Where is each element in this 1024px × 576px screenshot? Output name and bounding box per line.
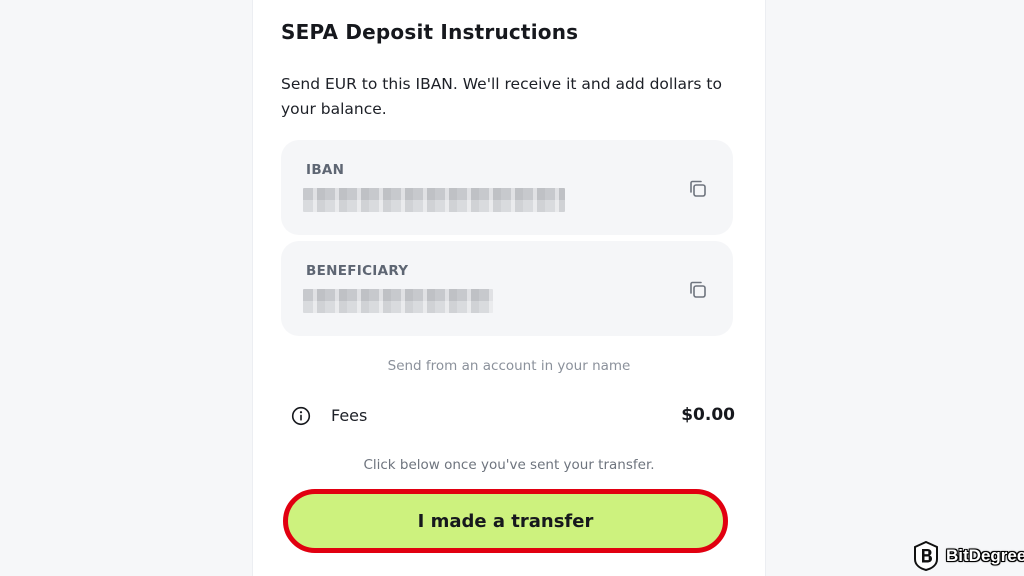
bitdegree-wordmark: BitDegree [946, 546, 1024, 565]
copy-icon[interactable] [687, 178, 709, 200]
beneficiary-value-redacted [303, 289, 493, 313]
bitdegree-logo-icon [914, 541, 938, 571]
fees-row: Fees $0.00 [291, 404, 735, 430]
fees-value: $0.00 [681, 405, 735, 425]
instructions-text: Send EUR to this IBAN. We'll receive it … [281, 75, 722, 118]
confirm-hint: Click below once you've sent your transf… [363, 457, 655, 473]
iban-value-redacted [303, 188, 565, 212]
info-icon[interactable] [291, 406, 311, 426]
deposit-panel: SEPA Deposit Instructions Send EUR to th… [252, 0, 766, 576]
copy-icon[interactable] [687, 279, 709, 301]
page-title: SEPA Deposit Instructions [281, 20, 579, 44]
made-transfer-button[interactable]: I made a transfer [283, 489, 728, 553]
account-name-notice: Send from an account in your name [387, 358, 631, 374]
fees-label: Fees [331, 406, 368, 425]
bitdegree-watermark: BitDegree [913, 540, 1024, 572]
iban-field: IBAN [281, 140, 733, 235]
beneficiary-label: BENEFICIARY [306, 263, 409, 279]
iban-label: IBAN [306, 162, 345, 178]
beneficiary-field: BENEFICIARY [281, 241, 733, 336]
